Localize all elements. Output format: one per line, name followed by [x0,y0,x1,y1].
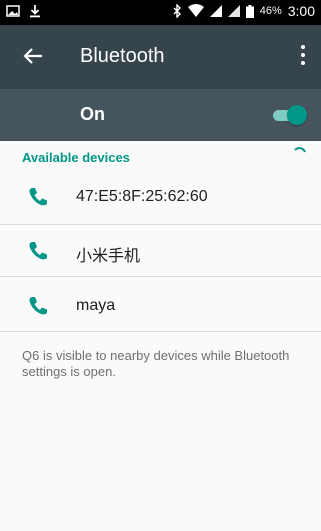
device-item[interactable]: 47:E5:8F:25:62:60 [0,173,321,217]
device-item[interactable]: 小米手机 [0,227,321,271]
available-devices-header: Available devices [22,150,130,165]
progress-spinner-icon [294,147,306,153]
clock: 3:00 [287,3,315,19]
phone-icon [29,297,47,315]
phone-icon [29,242,47,260]
download-icon [30,5,40,18]
signal-icon [209,5,222,17]
status-left-icons [6,4,42,18]
status-bar: 46% 3:00 [0,0,321,25]
divider [0,224,321,225]
bluetooth-icon [173,4,181,18]
divider [0,331,321,332]
visibility-info-text: Q6 is visible to nearby devices while Bl… [22,348,290,379]
device-name: 小米手机 [76,248,141,265]
switch-label: On [80,104,105,124]
bluetooth-toggle[interactable] [273,105,307,125]
battery-percent: 46% [259,5,282,17]
status-right-icons: 46% 3:00 [172,3,315,19]
more-vertical-icon[interactable] [299,45,307,69]
device-name: maya [76,297,116,314]
battery-icon [245,4,254,18]
app-toolbar: Bluetooth [0,25,321,89]
wifi-icon [187,4,204,17]
bluetooth-master-switch-bar[interactable]: On [0,89,321,141]
toggle-thumb [287,105,307,125]
image-icon [6,5,20,17]
divider [0,276,321,277]
page-title: Bluetooth [80,45,165,67]
device-item[interactable]: maya [0,282,321,326]
phone-icon [29,188,47,206]
device-name: 47:E5:8F:25:62:60 [76,188,208,205]
signal-icon-2 [227,5,240,17]
arrow-left-icon[interactable] [20,43,46,69]
